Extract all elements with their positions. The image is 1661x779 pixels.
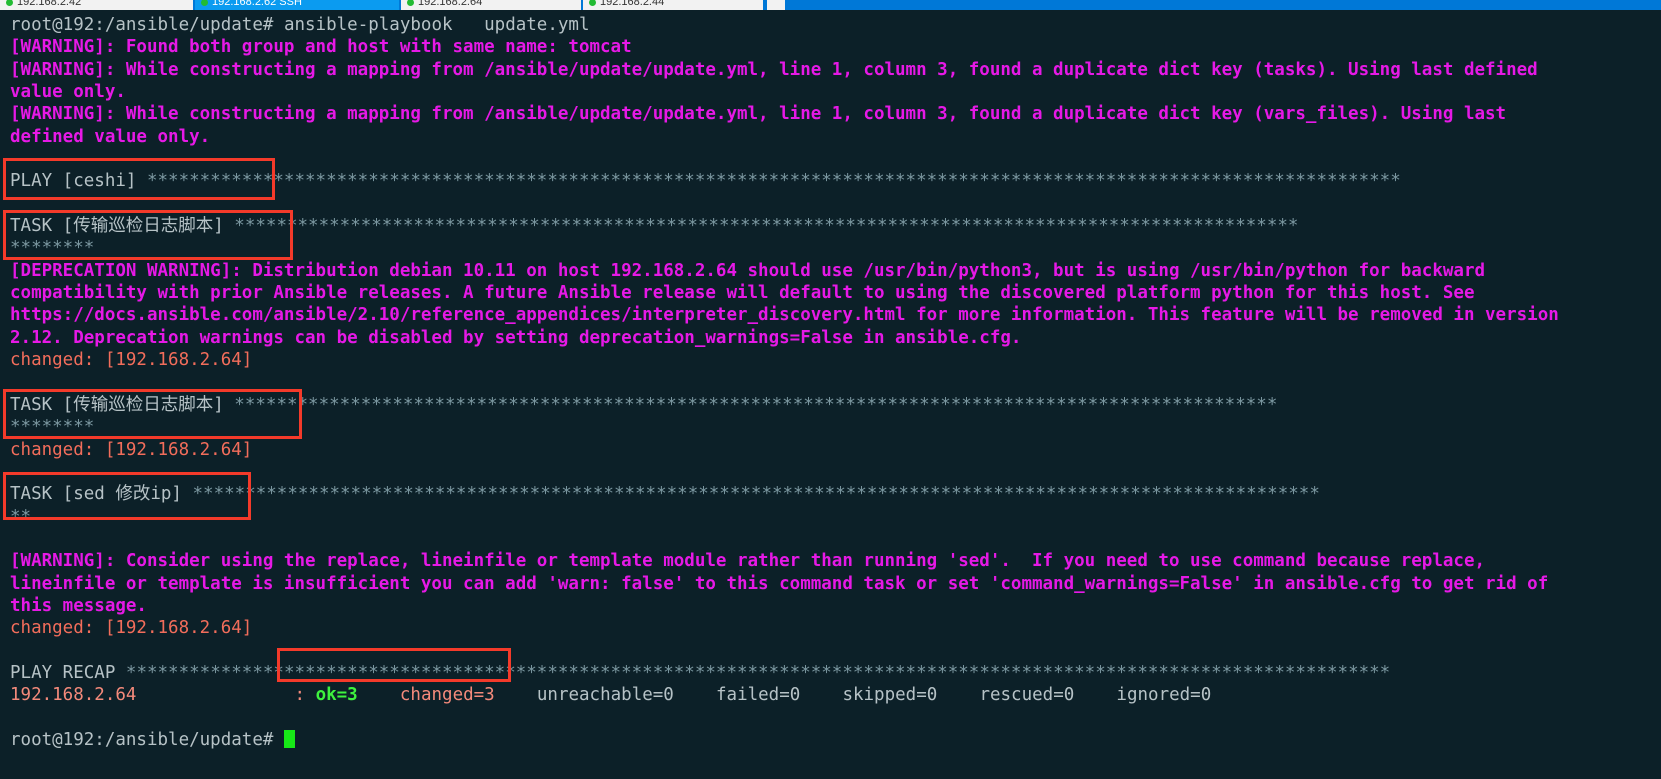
shell-prompt: root@192:/ansible/update#: [10, 730, 284, 750]
changed-result-3: changed: [192.168.2.64]: [10, 618, 253, 639]
task1-header-line: TASK [传输巡检日志脚本] ************************…: [10, 215, 1661, 237]
terminal-output-pane[interactable]: root@192:/ansible/update# ansible-playbo…: [0, 10, 1661, 779]
task2-header-label: TASK [传输巡检日志脚本]: [10, 394, 235, 415]
recap-unreachable: unreachable=0: [536, 685, 674, 706]
final-prompt-line[interactable]: root@192:/ansible/update#: [10, 729, 1661, 751]
warning-duplicate-varsfiles-line1: [WARNING]: While constructing a mapping …: [10, 104, 1507, 125]
task2-header-stars-wrap: ********: [10, 417, 95, 438]
tab-192-168-2-44[interactable]: 192.168.2.44: [583, 0, 763, 10]
tab-192-168-2-62-ssh[interactable]: 192.168.2.62 SSH: [195, 0, 399, 10]
task2-header-line: TASK [传输巡检日志脚本] ************************…: [10, 394, 1661, 416]
play-recap-label: PLAY RECAP: [10, 662, 126, 683]
task1-header-label: TASK [传输巡检日志脚本]: [10, 216, 235, 237]
command-line: root@192:/ansible/update# ansible-playbo…: [10, 14, 1661, 36]
text-cursor: [283, 730, 295, 748]
tab-overflow-button[interactable]: [767, 0, 785, 10]
recap-skipped: skipped=0: [842, 685, 938, 706]
warning-duplicate-tasks-line1: [WARNING]: While constructing a mapping …: [10, 59, 1538, 80]
warning-duplicate-tasks-line2: value only.: [10, 82, 126, 103]
task1-header-stars: ****************************************…: [234, 216, 1299, 237]
green-dot-icon: [407, 0, 414, 6]
recap-ignored: ignored=0: [1116, 685, 1212, 706]
tab-label: 192.168.2.62 SSH: [212, 0, 302, 8]
recap-changed: changed=3: [399, 685, 495, 706]
play-header-stars: ****************************************…: [146, 171, 1401, 192]
green-dot-icon: [589, 0, 596, 6]
play-header-label: PLAY [ceshi]: [10, 171, 147, 192]
warning-tomcat: [WARNING]: Found both group and host wit…: [10, 37, 632, 58]
deprecation-warning-line2: compatibility with prior Ansible release…: [10, 283, 1475, 304]
shell-prompt: root@192:/ansible/update#: [10, 15, 284, 35]
play-recap-stars: ****************************************…: [125, 662, 1391, 683]
command-text: ansible-playbook update.yml: [283, 15, 590, 35]
recap-ok: ok=3: [315, 685, 358, 706]
warning-duplicate-varsfiles-line2: defined value only.: [10, 126, 211, 147]
task3-header-label: TASK [sed 修改ip]: [10, 484, 193, 505]
tab-192-168-2-64[interactable]: 192.168.2.64: [401, 0, 581, 10]
terminal-tab-strip[interactable]: 192.168.2.42 192.168.2.62 SSH 192.168.2.…: [0, 0, 1661, 10]
recap-host: 192.168.2.64: [10, 685, 137, 706]
changed-result-2: changed: [192.168.2.64]: [10, 439, 253, 460]
recap-separator: :: [294, 685, 306, 706]
recap-failed: failed=0: [716, 685, 801, 706]
green-dot-icon: [201, 0, 208, 6]
deprecation-warning-line3: https://docs.ansible.com/ansible/2.10/re…: [10, 305, 1559, 326]
play-recap-stats-row: 192.168.2.64 : ok=3 changed=3 unreachabl…: [10, 684, 1661, 706]
deprecation-warning-line4: 2.12. Deprecation warnings can be disabl…: [10, 327, 1022, 348]
tab-label: 192.168.2.44: [600, 0, 665, 8]
warning-sed-line2: lineinfile or template is insufficient y…: [10, 573, 1549, 594]
play-header-line: PLAY [ceshi] ***************************…: [10, 170, 1661, 192]
green-dot-icon: [6, 0, 13, 6]
task3-header-stars: ****************************************…: [192, 484, 1320, 505]
recap-rescued: rescued=0: [979, 685, 1075, 706]
warning-sed-line1: [WARNING]: Consider using the replace, l…: [10, 551, 1486, 572]
task1-header-stars-wrap: ********: [10, 238, 95, 259]
task2-header-stars: ****************************************…: [234, 394, 1278, 415]
tab-192-168-2-42[interactable]: 192.168.2.42: [0, 0, 193, 10]
deprecation-warning-line1: [DEPRECATION WARNING]: Distribution debi…: [10, 260, 1486, 281]
warning-sed-line3: this message.: [10, 595, 147, 616]
tab-label: 192.168.2.42: [17, 0, 82, 8]
task3-header-line: TASK [sed 修改ip] ************************…: [10, 483, 1661, 505]
tab-label: 192.168.2.64: [418, 0, 483, 8]
task3-header-stars-wrap: **: [10, 506, 32, 527]
play-recap-header-line: PLAY RECAP *****************************…: [10, 662, 1661, 684]
changed-result-1: changed: [192.168.2.64]: [10, 350, 253, 371]
